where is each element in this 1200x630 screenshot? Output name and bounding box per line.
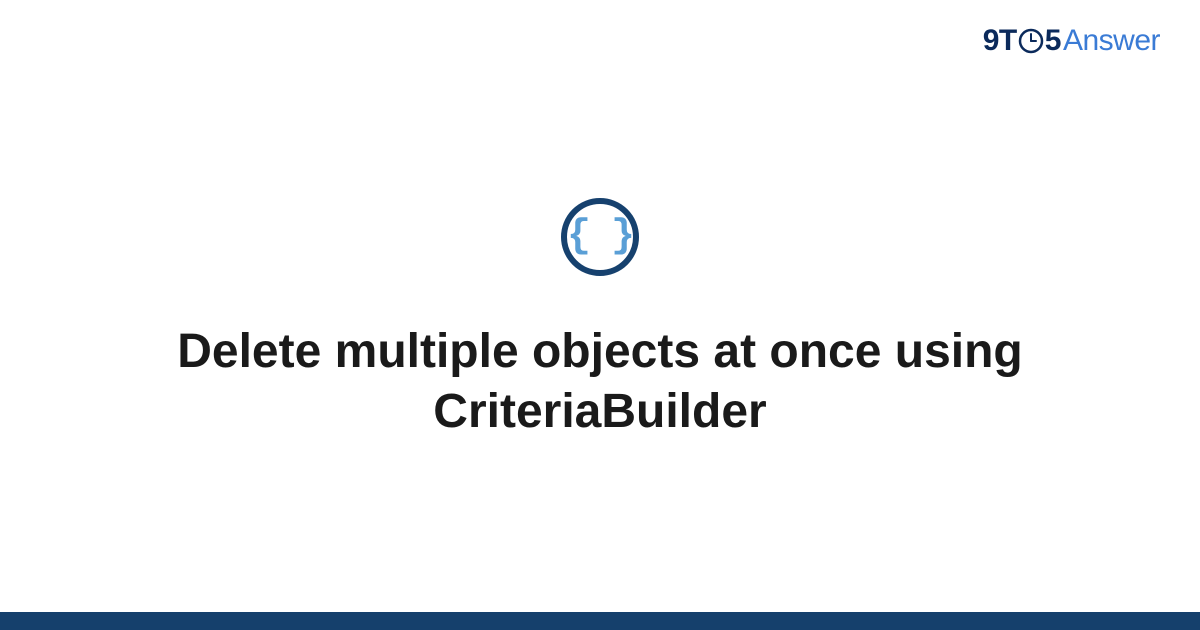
footer-accent-bar [0, 612, 1200, 630]
code-braces-icon: { } [567, 217, 633, 257]
topic-icon-circle: { } [561, 198, 639, 276]
page-title: Delete multiple objects at once using Cr… [150, 322, 1050, 442]
main-content: { } Delete multiple objects at once usin… [0, 0, 1200, 630]
